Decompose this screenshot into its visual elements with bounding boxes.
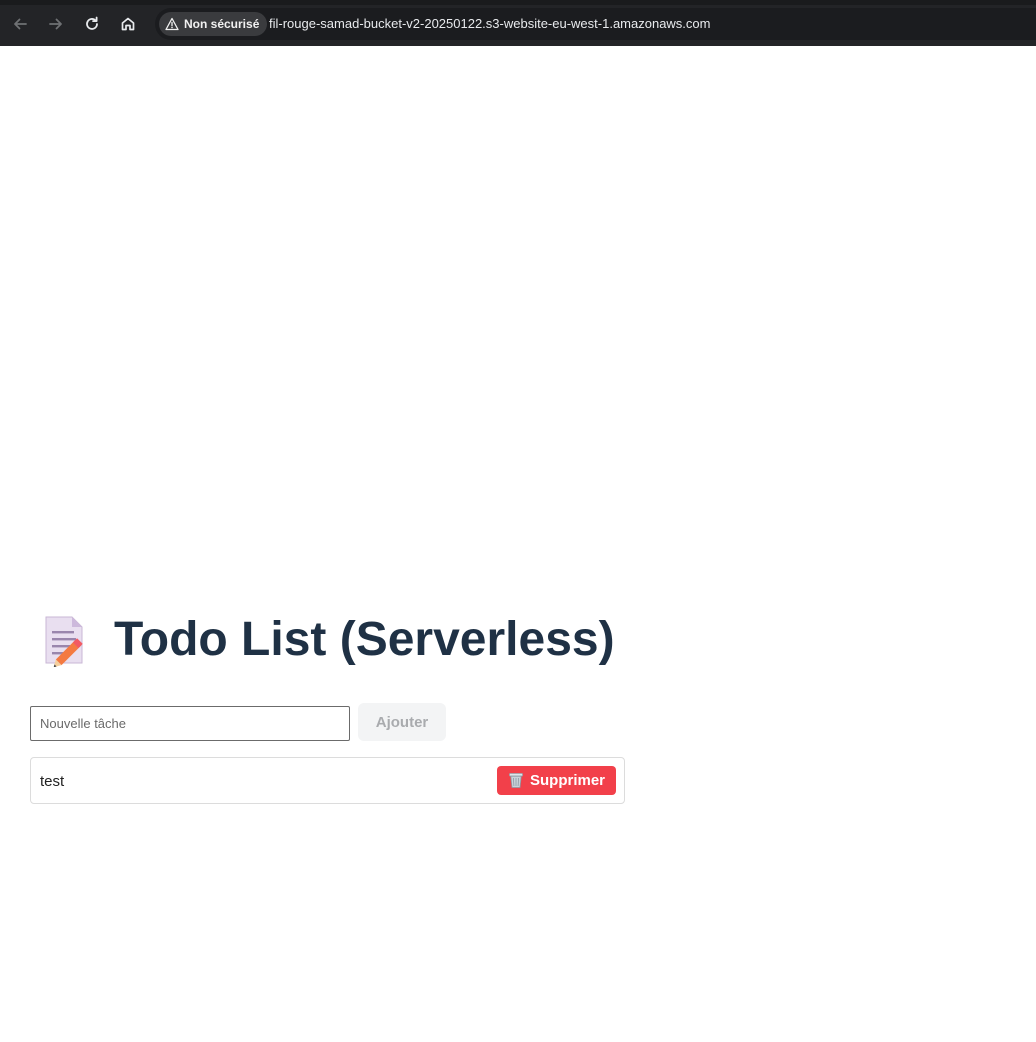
back-arrow-icon — [14, 18, 27, 30]
wastebasket-icon — [509, 773, 523, 788]
address-bar[interactable]: Non sécurisé fil-rouge-samad-bucket-v2-2… — [155, 8, 1036, 40]
page-title: Todo List (Serverless) — [40, 612, 615, 667]
security-indicator[interactable]: Non sécurisé — [159, 12, 268, 36]
url-text[interactable]: fil-rouge-samad-bucket-v2-20250122.s3-we… — [269, 16, 710, 31]
delete-button[interactable]: Supprimer — [497, 766, 616, 795]
memo-icon — [45, 616, 83, 667]
delete-button-label: Supprimer — [529, 772, 605, 789]
forward-arrow-icon — [49, 18, 62, 30]
home-button[interactable] — [113, 9, 143, 39]
reload-icon — [86, 16, 98, 30]
warning-icon — [165, 17, 179, 31]
forward-button[interactable] — [41, 9, 71, 39]
browser-toolbar: Non sécurisé fil-rouge-samad-bucket-v2-2… — [0, 0, 1036, 46]
todo-text: test — [40, 773, 65, 790]
add-task-button[interactable]: Ajouter — [358, 703, 446, 741]
page-title-text: Todo List (Serverless) — [114, 613, 615, 666]
reload-button[interactable] — [77, 9, 107, 39]
new-task-input[interactable] — [30, 706, 350, 741]
back-button[interactable] — [5, 9, 35, 39]
security-label: Non sécurisé — [184, 17, 260, 31]
list-item: test Supprimer — [30, 757, 625, 804]
home-icon — [121, 17, 135, 31]
